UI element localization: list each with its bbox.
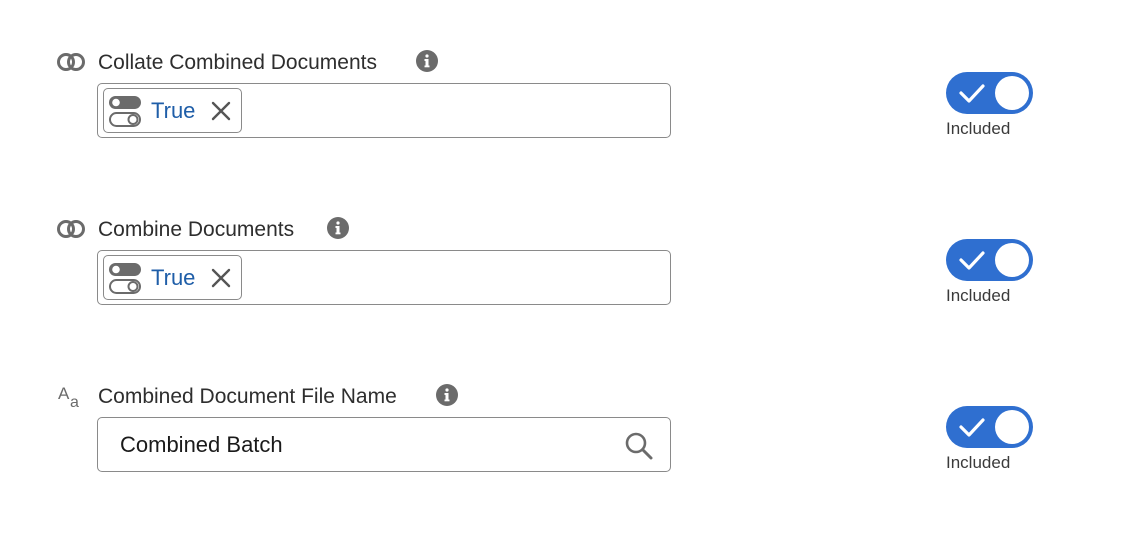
toggle-caption: Included <box>946 119 1011 138</box>
toggle-caption: Included <box>946 453 1011 472</box>
toggle-caption: Included <box>946 286 1011 305</box>
info-icon[interactable] <box>326 216 350 240</box>
link-circles-icon <box>57 218 85 240</box>
field-collate-combined-documents: Collate Combined Documents True Included <box>0 0 1148 140</box>
boolean-value-field[interactable]: True <box>97 83 671 138</box>
include-toggle[interactable] <box>946 239 1033 281</box>
value-pill: True <box>103 255 242 300</box>
value-pill: True <box>103 88 242 133</box>
pill-value: True <box>151 265 196 290</box>
toggle-knob <box>995 76 1029 110</box>
check-icon <box>959 82 985 104</box>
include-toggle[interactable] <box>946 406 1033 448</box>
svg-text:A: A <box>58 384 70 403</box>
boolean-value-field[interactable]: True <box>97 250 671 305</box>
svg-text:a: a <box>70 394 79 409</box>
field-combine-documents: Combine Documents True Included <box>0 167 1148 307</box>
file-name-input[interactable]: Combined Batch <box>97 417 671 472</box>
toggle-knob <box>995 410 1029 444</box>
field-label: Collate Combined Documents <box>98 51 377 74</box>
check-icon <box>959 416 985 438</box>
check-icon <box>959 249 985 271</box>
include-toggle[interactable] <box>946 72 1033 114</box>
info-icon[interactable] <box>415 49 439 73</box>
field-label: Combined Document File Name <box>98 385 397 408</box>
text-type-icon: A a <box>57 383 85 409</box>
field-combined-document-file-name: A a Combined Document File Name Combined… <box>0 334 1148 474</box>
toggle-type-icon <box>108 94 142 128</box>
file-name-value: Combined Batch <box>120 432 283 457</box>
info-icon[interactable] <box>435 383 459 407</box>
pill-value: True <box>151 98 196 123</box>
close-icon[interactable] <box>208 98 234 124</box>
link-circles-icon <box>57 51 85 73</box>
close-icon[interactable] <box>208 265 234 291</box>
search-icon[interactable] <box>624 431 654 461</box>
field-label: Combine Documents <box>98 218 295 241</box>
toggle-type-icon <box>108 261 142 295</box>
toggle-knob <box>995 243 1029 277</box>
